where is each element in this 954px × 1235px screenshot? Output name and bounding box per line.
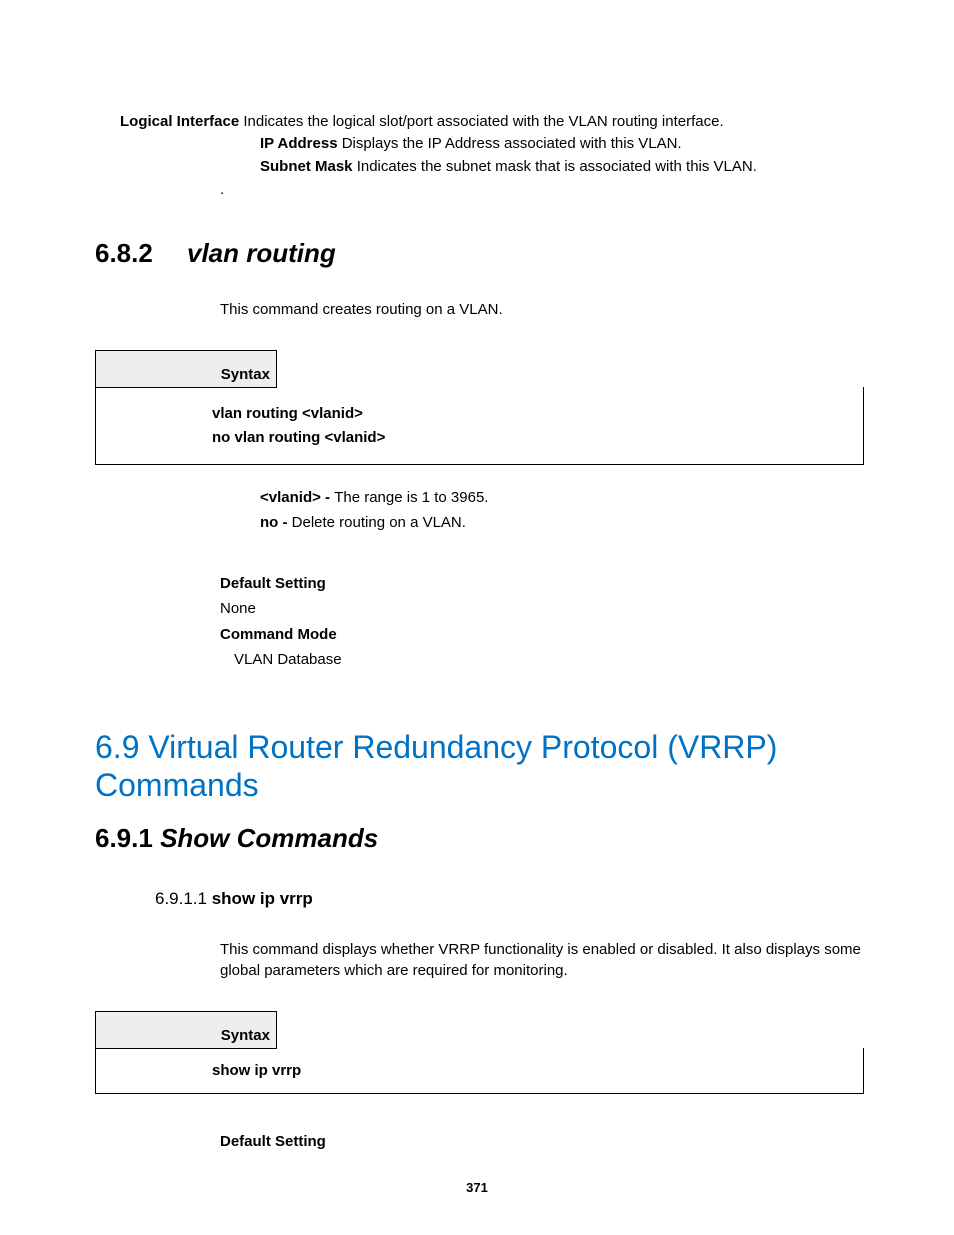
term: Logical Interface: [120, 113, 239, 130]
desc: Indicates the logical slot/port associat…: [239, 113, 723, 130]
description-6-9-1-1: This command displays whether VRRP funct…: [220, 939, 864, 981]
syntax-label: Syntax: [96, 1011, 277, 1048]
syntax-content: vlan routing <vlanid> no vlan routing <v…: [96, 387, 864, 464]
syntax-line-1: show ip vrrp: [212, 1059, 853, 1083]
heading-title: vlan routing: [187, 238, 336, 269]
heading-title: show ip vrrp: [212, 889, 313, 908]
syntax-label: Syntax: [96, 350, 277, 387]
def-subnet-mask: Subnet Mask Indicates the subnet mask th…: [260, 157, 864, 177]
param-no: no - Delete routing on a VLAN.: [260, 510, 864, 536]
syntax-table-682: Syntax vlan routing <vlanid> no vlan rou…: [95, 350, 864, 465]
desc: Displays the IP Address associated with …: [338, 135, 682, 152]
param-vlanid: <vlanid> - The range is 1 to 3965.: [260, 485, 864, 511]
term: Subnet Mask: [260, 158, 353, 175]
desc: The range is 1 to 3965.: [334, 489, 488, 506]
heading-number: 6.9.1: [95, 823, 160, 853]
desc: Delete routing on a VLAN.: [292, 514, 466, 531]
term: <vlanid> -: [260, 489, 334, 506]
paragraph-dot: .: [220, 181, 864, 198]
description-6-8-2: This command creates routing on a VLAN.: [220, 299, 864, 320]
heading-6-9: 6.9 Virtual Router Redundancy Protocol (…: [95, 728, 864, 805]
def-logical-interface: Logical Interface Indicates the logical …: [120, 112, 864, 132]
syntax-line-2: no vlan routing <vlanid>: [212, 426, 853, 450]
heading-6-9-1-1: 6.9.1.1 show ip vrrp: [155, 889, 864, 909]
field-definitions: Logical Interface Indicates the logical …: [95, 112, 864, 198]
heading-number: 6.8.2: [95, 238, 153, 269]
syntax-content: show ip vrrp: [96, 1048, 864, 1093]
syntax-body-row: vlan routing <vlanid> no vlan routing <v…: [96, 387, 864, 464]
syntax-body-row: show ip vrrp: [96, 1048, 864, 1093]
syntax-header-row: Syntax: [96, 1011, 864, 1048]
heading-6-9-1: 6.9.1 Show Commands: [95, 823, 864, 854]
parameter-definitions: <vlanid> - The range is 1 to 3965. no - …: [260, 485, 864, 536]
settings-block-6911: Default Setting: [220, 1129, 864, 1155]
syntax-header-spacer: [277, 350, 864, 387]
syntax-header-row: Syntax: [96, 350, 864, 387]
page-number: 371: [0, 1180, 954, 1195]
desc: Indicates the subnet mask that is associ…: [353, 158, 757, 175]
syntax-table-6911: Syntax show ip vrrp: [95, 1011, 864, 1094]
default-setting-value: None: [220, 596, 864, 622]
syntax-line-1: vlan routing <vlanid>: [212, 402, 853, 426]
def-ip-address: IP Address Displays the IP Address assoc…: [260, 134, 864, 154]
command-mode-label: Command Mode: [220, 622, 864, 648]
syntax-header-spacer: [277, 1011, 864, 1048]
settings-block-682: Default Setting None Command Mode VLAN D…: [220, 571, 864, 673]
term: no -: [260, 514, 292, 531]
default-setting-label: Default Setting: [220, 571, 864, 597]
heading-6-8-2: 6.8.2 vlan routing: [95, 238, 864, 269]
heading-number: 6.9.1.1: [155, 889, 212, 908]
heading-title: Show Commands: [160, 823, 378, 853]
term: IP Address: [260, 135, 338, 152]
command-mode-value: VLAN Database: [234, 647, 864, 673]
default-setting-label: Default Setting: [220, 1129, 864, 1155]
